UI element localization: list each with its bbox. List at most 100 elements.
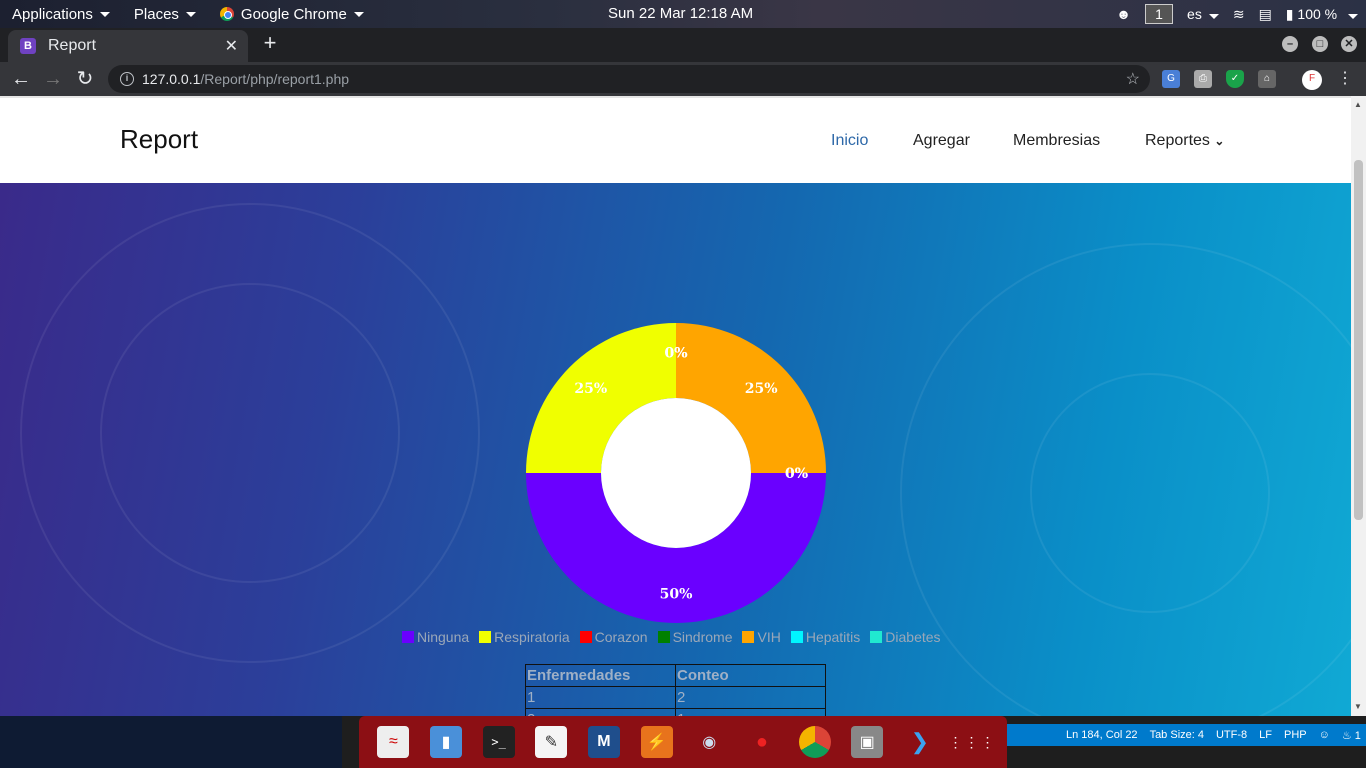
language-selector[interactable]: es bbox=[1187, 6, 1219, 22]
page-scrollbar[interactable]: ▲ ▼ bbox=[1351, 96, 1366, 716]
legend-swatch bbox=[870, 631, 883, 643]
url-host: 127.0.0.1 bbox=[142, 71, 201, 87]
legend-item[interactable]: Diabetes bbox=[870, 629, 941, 645]
info-icon[interactable]: i bbox=[120, 72, 134, 86]
system-top-bar: Applications Places Google Chrome Sun 22… bbox=[0, 0, 1366, 28]
legend-label: Diabetes bbox=[885, 629, 941, 645]
new-tab-button[interactable]: + bbox=[258, 32, 282, 56]
site-navbar: Report Inicio Agregar Membresias Reporte… bbox=[0, 96, 1351, 183]
nav-link-inicio[interactable]: Inicio bbox=[831, 132, 868, 150]
forward-button[interactable]: → bbox=[42, 68, 64, 90]
tab-size[interactable]: Tab Size: 4 bbox=[1150, 729, 1204, 741]
minimize-button[interactable]: – bbox=[1282, 36, 1298, 52]
nav-link-agregar[interactable]: Agregar bbox=[913, 132, 970, 150]
applications-menu[interactable]: Applications bbox=[0, 0, 122, 28]
clock[interactable]: Sun 22 Mar 12:18 AM bbox=[608, 5, 753, 22]
workspace-indicator[interactable]: 1 bbox=[1145, 4, 1174, 24]
table-header-row: Enfermedades Conteo bbox=[525, 664, 826, 687]
background-decoration bbox=[1030, 373, 1270, 613]
more-menu-icon[interactable]: ⋮ bbox=[1334, 68, 1356, 90]
scroll-down-icon[interactable]: ▼ bbox=[1354, 702, 1362, 711]
table-cell: 2 bbox=[675, 686, 826, 709]
active-app-menu[interactable]: Google Chrome bbox=[208, 0, 376, 28]
file-encoding[interactable]: UTF-8 bbox=[1216, 729, 1247, 741]
table-cell: 2 bbox=[525, 708, 676, 716]
profile-avatar[interactable]: F bbox=[1302, 70, 1322, 90]
page-viewport: Report Inicio Agregar Membresias Reporte… bbox=[0, 96, 1351, 716]
legend-item[interactable]: Sindrome bbox=[657, 629, 733, 645]
bootstrap-favicon-icon: B bbox=[20, 38, 36, 54]
cherrytree-icon[interactable]: ● bbox=[746, 726, 778, 758]
battery-indicator[interactable]: ▮ 100 % bbox=[1286, 6, 1358, 23]
legend-label: Hepatitis bbox=[805, 629, 861, 645]
background-decoration bbox=[100, 283, 400, 583]
legend-swatch bbox=[657, 631, 670, 643]
translate-extension-icon[interactable]: G bbox=[1162, 70, 1180, 88]
nav-link-reportes[interactable]: Reportes ⌄ bbox=[1145, 132, 1224, 150]
active-app-label: Google Chrome bbox=[240, 5, 347, 23]
burpsuite-icon[interactable]: ⚡ bbox=[640, 726, 673, 758]
table-row: 21 bbox=[525, 708, 826, 716]
chevron-down-icon bbox=[1348, 13, 1358, 19]
tab-title: Report bbox=[48, 37, 97, 54]
bookmark-star-icon[interactable]: ☆ bbox=[1126, 69, 1140, 89]
eye-app-icon[interactable]: ◉ bbox=[693, 726, 725, 758]
language-label: es bbox=[1187, 6, 1202, 22]
home-off-extension-icon[interactable]: ⌂ bbox=[1258, 70, 1276, 88]
feedback-icon[interactable]: ☺ bbox=[1319, 729, 1330, 741]
shield-extension-icon[interactable]: ✓ bbox=[1226, 70, 1244, 88]
screenshot-icon[interactable]: ▣ bbox=[851, 726, 884, 758]
donut-chart: 25%0%0%50%25%0%0% bbox=[526, 323, 826, 623]
metasploit-icon[interactable]: M bbox=[587, 726, 620, 758]
browser-tab[interactable]: B Report ✕ bbox=[8, 30, 248, 62]
table-row: 12 bbox=[525, 686, 826, 709]
legend-label: Corazon bbox=[594, 629, 648, 645]
chart-legend: Ninguna Respiratoria Corazon Sindrome VIH Hep… bbox=[402, 629, 941, 645]
report-section: 25% 0% 0% 50% 25% 0% 0% Ninguna Respiratoria Cor… bbox=[0, 183, 1351, 716]
cursor-position[interactable]: Ln 184, Col 22 bbox=[1066, 729, 1138, 741]
scroll-thumb[interactable] bbox=[1354, 160, 1363, 520]
legend-item[interactable]: Corazon bbox=[579, 629, 648, 645]
terminal-icon[interactable]: >_ bbox=[482, 726, 515, 758]
nav-link-membresias[interactable]: Membresias bbox=[1013, 132, 1100, 150]
reload-button[interactable]: ↻ bbox=[74, 68, 96, 90]
applications-label: Applications bbox=[12, 5, 93, 23]
legend-swatch bbox=[479, 631, 492, 643]
legend-swatch bbox=[742, 631, 755, 643]
legend-label: Respiratoria bbox=[494, 629, 570, 645]
pdf-viewer-icon[interactable]: ≈ bbox=[377, 726, 410, 758]
notifications-indicator[interactable]: ♨ 1 bbox=[1342, 729, 1361, 742]
notifications-count: 1 bbox=[1354, 729, 1361, 742]
legend-item[interactable]: VIH bbox=[742, 629, 781, 645]
legend-swatch bbox=[402, 631, 414, 643]
line-ending[interactable]: LF bbox=[1259, 729, 1272, 741]
chevron-down-icon: ⌄ bbox=[1214, 134, 1225, 148]
scroll-up-icon[interactable]: ▲ bbox=[1354, 100, 1362, 109]
table-cell: 1 bbox=[525, 686, 676, 709]
vscode-icon[interactable]: ❯ bbox=[904, 726, 936, 758]
system-tray[interactable]: ☻ 1 es ≋ ▤ ▮ 100 % bbox=[1116, 0, 1358, 28]
show-apps-grid-icon[interactable]: ⋮⋮⋮ bbox=[949, 726, 995, 758]
site-brand[interactable]: Report bbox=[120, 124, 198, 155]
legend-label: Sindrome bbox=[672, 629, 733, 645]
back-button[interactable]: ← bbox=[10, 68, 32, 90]
data-label: 25% bbox=[745, 381, 778, 397]
places-menu[interactable]: Places bbox=[122, 0, 208, 28]
chrome-dock-icon[interactable] bbox=[798, 726, 831, 758]
address-bar[interactable]: i 127.0.0.1/Report/php/report1.php ☆ bbox=[108, 65, 1150, 93]
text-editor-icon[interactable]: ✎ bbox=[535, 726, 568, 758]
language-mode[interactable]: PHP bbox=[1284, 729, 1307, 741]
legend-swatch bbox=[579, 631, 592, 643]
close-tab-icon[interactable]: ✕ bbox=[225, 36, 238, 56]
donut-hole bbox=[601, 398, 751, 548]
legend-item[interactable]: Respiratoria bbox=[479, 629, 570, 645]
legend-item[interactable]: Hepatitis bbox=[790, 629, 861, 645]
print-extension-icon[interactable]: ⎙ bbox=[1194, 70, 1212, 88]
url-path: /Report/php/report1.php bbox=[200, 71, 350, 87]
editor-status-bar: Ln 184, Col 22 Tab Size: 4 UTF-8 LF PHP … bbox=[1000, 724, 1366, 746]
column-header: Conteo bbox=[675, 664, 826, 687]
close-window-button[interactable]: ✕ bbox=[1341, 36, 1357, 52]
file-manager-icon[interactable]: ▮ bbox=[429, 726, 462, 758]
maximize-button[interactable]: □ bbox=[1312, 36, 1328, 52]
legend-item[interactable]: Ninguna bbox=[402, 629, 469, 645]
